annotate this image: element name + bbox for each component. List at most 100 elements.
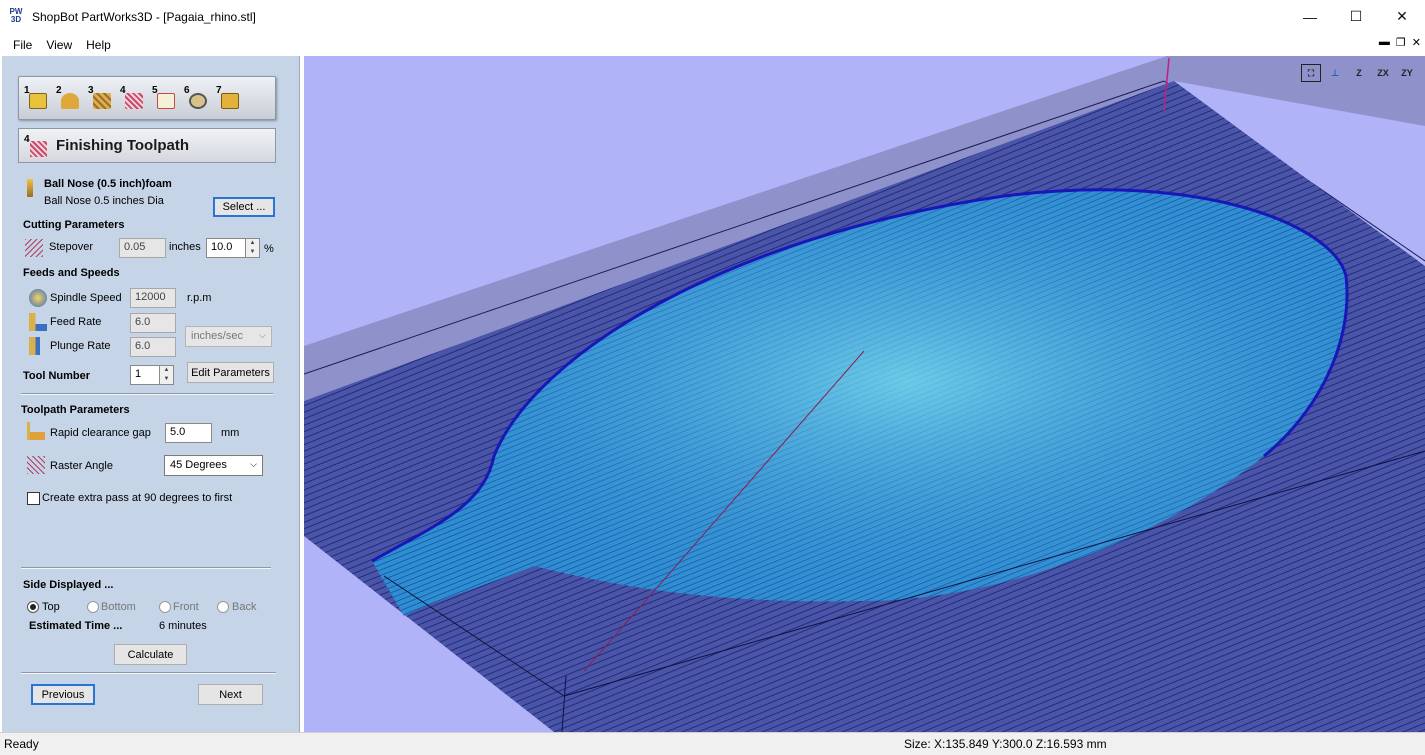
divider [21, 393, 273, 395]
mdi-restore-icon[interactable]: ❐ [1396, 36, 1406, 49]
stepover-percent-field[interactable]: 10.0 [206, 238, 246, 258]
rapid-clearance-label: Rapid clearance gap [50, 427, 151, 439]
finishing-toolpath-icon: 4 [24, 134, 48, 158]
mdi-minimize-icon[interactable]: ▬ [1379, 36, 1390, 49]
radio-top-label: Top [42, 601, 60, 613]
iso-view-icon[interactable]: ⊥ [1325, 64, 1345, 82]
tool-number-label: Tool Number [23, 370, 91, 382]
previous-button[interactable]: Previous [31, 684, 95, 705]
spindle-speed-unit: r.p.m [187, 292, 212, 304]
plunge-rate-label: Plunge Rate [50, 340, 111, 352]
step-2-button[interactable]: 2 [55, 85, 82, 112]
stepover-inches-field[interactable]: 0.05 [119, 238, 166, 258]
raster-angle-select[interactable]: 45 Degrees ⌵ [164, 455, 263, 476]
mdi-controls: ▬ ❐ ✕ [1379, 36, 1421, 49]
toolpath-render[interactable] [304, 56, 1425, 732]
finishing-icon [125, 92, 143, 109]
3d-viewport[interactable]: ⛶ ⊥ Z ZX ZY [304, 56, 1425, 732]
window-controls: — ☐ ✕ [1287, 0, 1425, 33]
view-toolbar: ⛶ ⊥ Z ZX ZY [1301, 64, 1417, 82]
estimated-time-value: 6 minutes [159, 620, 207, 632]
roughing-icon [93, 92, 111, 109]
stepover-label: Stepover [49, 241, 94, 253]
chevron-down-icon: ⌵ [259, 330, 266, 340]
menu-bar: File View Help ▬ ❐ ✕ [0, 33, 1425, 56]
feed-rate-field[interactable]: 6.0 [130, 313, 176, 333]
model-icon [29, 92, 47, 109]
tool-description: Ball Nose 0.5 inches Dia [44, 195, 164, 207]
app-icon: PW 3D [9, 6, 23, 24]
estimated-time-label: Estimated Time ... [29, 620, 123, 632]
status-text: Ready [4, 737, 39, 751]
menu-file[interactable]: File [12, 38, 33, 52]
orientation-icon [61, 92, 79, 109]
rate-unit-value: inches/sec [191, 330, 243, 342]
model-size-readout: Size: X:135.849 Y:300.0 Z:16.593 mm [904, 737, 1107, 751]
feeds-speeds-heading: Feeds and Speeds [23, 267, 120, 279]
spindle-icon [29, 289, 47, 307]
feed-rate-label: Feed Rate [50, 316, 102, 328]
menu-view[interactable]: View [45, 38, 73, 52]
chevron-down-icon: ⌵ [250, 459, 257, 469]
minimize-button[interactable]: — [1287, 0, 1333, 33]
page-title: 4 Finishing Toolpath [18, 128, 276, 163]
cutout-icon [157, 92, 175, 109]
side-displayed-heading: Side Displayed ... [23, 579, 114, 591]
radio-top[interactable] [27, 601, 39, 613]
step-5-button[interactable]: 5 [151, 85, 178, 112]
radio-back[interactable] [217, 601, 229, 613]
step-4-button[interactable]: 4 [119, 85, 146, 112]
stepover-percent-stepper[interactable]: ▲ ▼ [246, 238, 260, 258]
rate-unit-select[interactable]: inches/sec ⌵ [185, 326, 272, 347]
tool-number-stepper[interactable]: ▲ ▼ [160, 365, 174, 385]
zoom-fit-icon[interactable]: ⛶ [1301, 64, 1321, 82]
percent-sign: % [264, 243, 274, 255]
calculate-button[interactable]: Calculate [114, 644, 187, 665]
radio-back-label: Back [232, 601, 257, 613]
plunge-rate-field[interactable]: 6.0 [130, 337, 176, 357]
extra-pass-checkbox[interactable] [27, 492, 40, 505]
step-number: 6 [184, 84, 190, 96]
feed-rate-icon [29, 313, 47, 331]
status-bar: Ready Size: X:135.849 Y:300.0 Z:16.593 m… [0, 732, 1425, 755]
menu-help[interactable]: Help [85, 38, 112, 52]
radio-front[interactable] [159, 601, 171, 613]
raster-angle-value: 45 Degrees [170, 459, 227, 471]
plunge-rate-icon [29, 337, 47, 355]
spindle-speed-label: Spindle Speed [50, 292, 122, 304]
rapid-clearance-field[interactable]: 5.0 [165, 423, 212, 443]
toolpath-panel: 1 2 3 4 5 6 7 4 Finishing Toolpath Ball … [2, 56, 300, 732]
close-button[interactable]: ✕ [1379, 0, 1425, 33]
mdi-close-icon[interactable]: ✕ [1412, 36, 1421, 49]
save-toolpath-icon [221, 92, 239, 109]
next-button[interactable]: Next [198, 684, 263, 705]
edit-parameters-button[interactable]: Edit Parameters [187, 362, 274, 383]
step-number: 2 [56, 84, 62, 96]
stepover-unit: inches [169, 241, 201, 253]
spindle-speed-field[interactable]: 12000 [130, 288, 176, 308]
cutting-parameters-heading: Cutting Parameters [23, 219, 125, 231]
window-title: ShopBot PartWorks3D - [Pagaia_rhino.stl] [32, 9, 256, 24]
tool-bit-icon [27, 179, 33, 197]
front-view-icon[interactable]: ZX [1373, 64, 1393, 82]
heading-label: Finishing Toolpath [56, 137, 190, 154]
tool-number-field[interactable]: 1 [130, 365, 160, 385]
step-3-button[interactable]: 3 [87, 85, 114, 112]
radio-bottom[interactable] [87, 601, 99, 613]
step-7-button[interactable]: 7 [215, 85, 242, 112]
side-view-icon[interactable]: ZY [1397, 64, 1417, 82]
clearance-icon [27, 422, 45, 440]
divider [21, 567, 271, 569]
rapid-clearance-unit: mm [221, 427, 240, 439]
select-tool-button[interactable]: Select ... [213, 197, 275, 217]
maximize-button[interactable]: ☐ [1333, 0, 1379, 33]
preview-icon [189, 92, 207, 109]
radio-bottom-label: Bottom [101, 601, 136, 613]
step-1-button[interactable]: 1 [23, 85, 50, 112]
raster-angle-label: Raster Angle [50, 460, 113, 472]
step-6-button[interactable]: 6 [183, 85, 210, 112]
stepover-icon [25, 239, 43, 257]
title-bar: PW 3D ShopBot PartWorks3D - [Pagaia_rhin… [0, 0, 1425, 33]
tool-name: Ball Nose (0.5 inch)foam [44, 178, 172, 190]
top-view-icon[interactable]: Z [1349, 64, 1369, 82]
